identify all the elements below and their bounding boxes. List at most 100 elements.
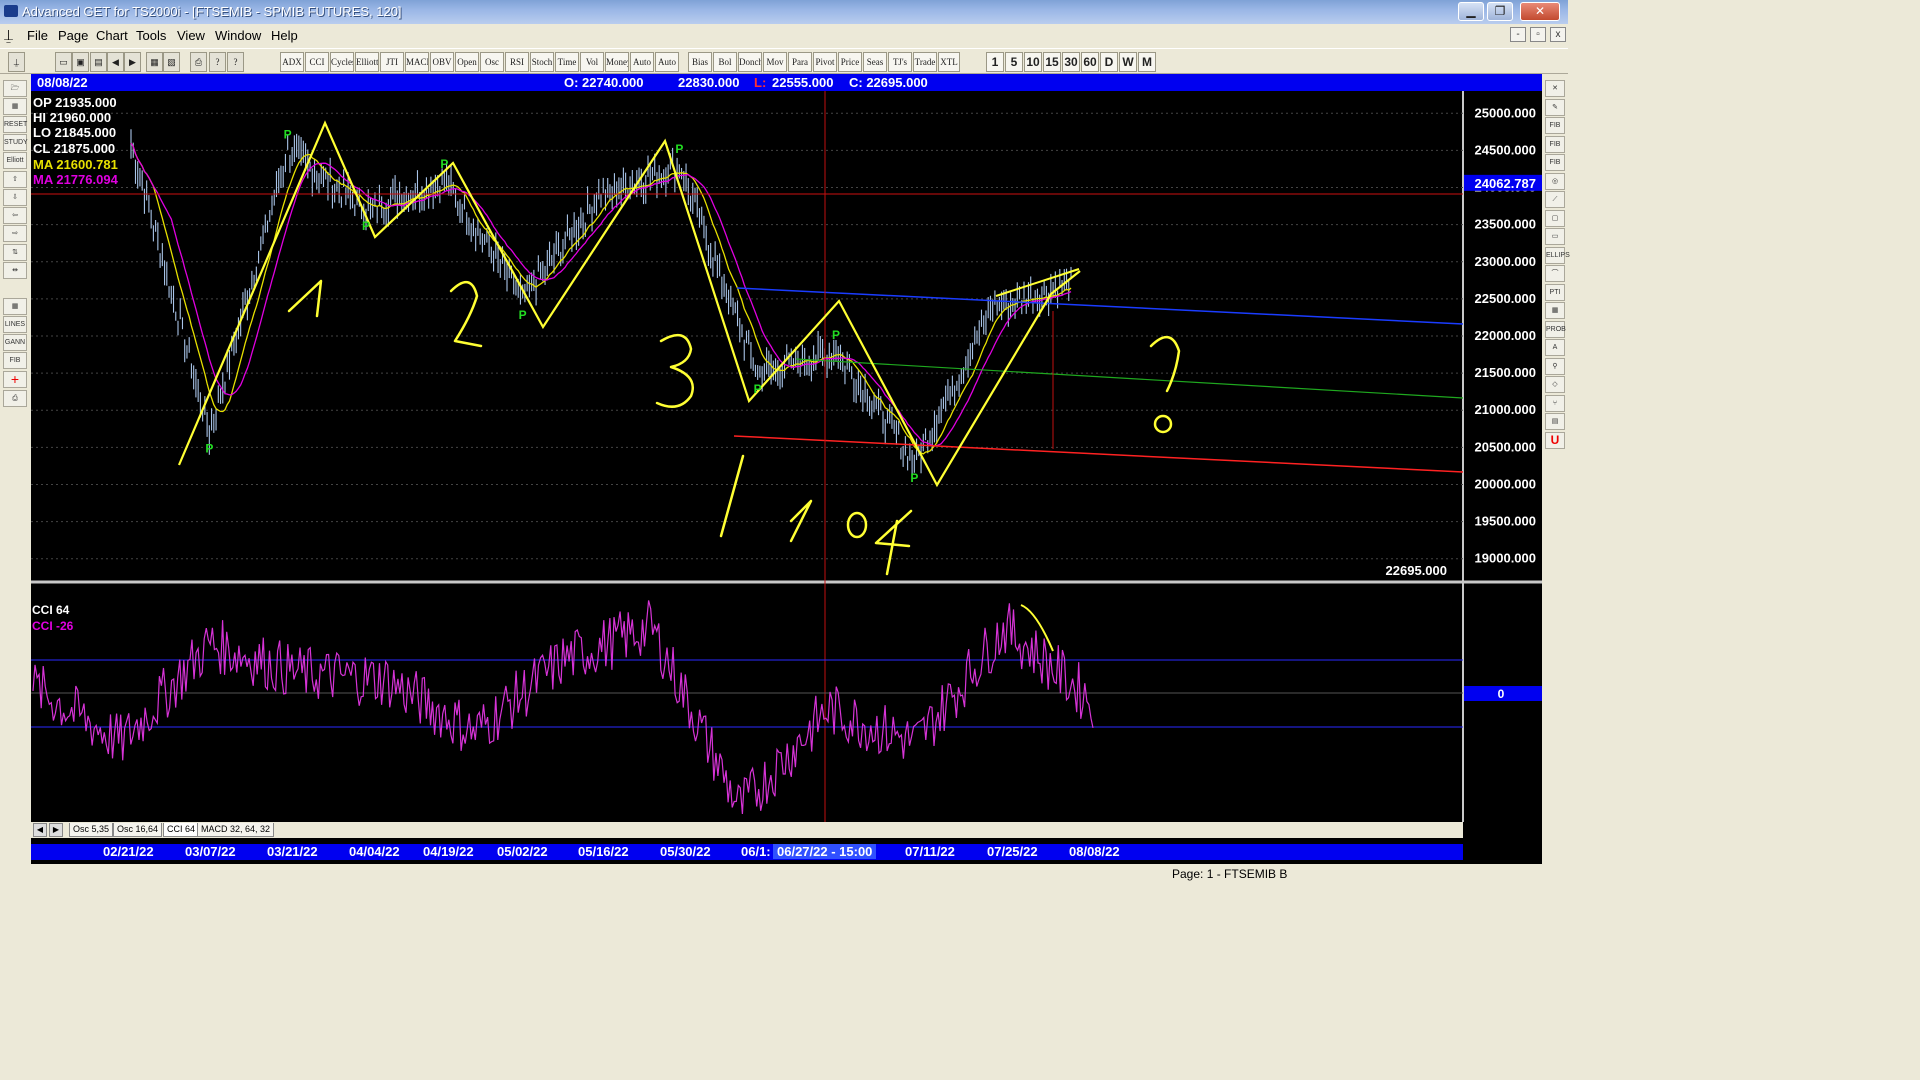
- left-tool-tile-icon[interactable]: ▦: [3, 98, 27, 115]
- period-button-60[interactable]: 60: [1081, 52, 1099, 72]
- menu-window[interactable]: Window: [215, 28, 261, 43]
- mdi-restore-button[interactable]: ▫: [1530, 27, 1546, 42]
- study-button-donch[interactable]: Donch: [738, 52, 762, 72]
- right-tool-calc-icon[interactable]: ▤: [1545, 413, 1565, 430]
- save-icon[interactable]: ▤: [90, 52, 107, 72]
- left-tool-zoom-icon[interactable]: ⇅: [3, 244, 27, 261]
- left-tool-elliott-icon[interactable]: Elliott: [3, 152, 27, 169]
- study-button-tj-s-web[interactable]: TJ's Web: [888, 52, 912, 72]
- left-tool-gann-icon[interactable]: GANN: [3, 334, 27, 351]
- right-tool-rect-icon[interactable]: ▢: [1545, 209, 1565, 227]
- study-button-osc[interactable]: Osc: [480, 52, 504, 72]
- period-button-15[interactable]: 15: [1043, 52, 1061, 72]
- study-button-jti[interactable]: JTI: [380, 52, 404, 72]
- right-tool-pen-icon[interactable]: ✎: [1545, 98, 1565, 116]
- right-tool-prob-icon[interactable]: PROB: [1545, 320, 1566, 338]
- period-button-10[interactable]: 10: [1024, 52, 1042, 72]
- period-button-5[interactable]: 5: [1005, 52, 1023, 72]
- study-button-auto-trend[interactable]: Auto Trend: [655, 52, 679, 72]
- left-tool-up-icon[interactable]: ⇧: [3, 171, 27, 188]
- right-tool-grid-icon[interactable]: ▦: [1545, 302, 1565, 319]
- left-tool-lines-icon[interactable]: LINES: [3, 316, 27, 333]
- study-button-trade-profile[interactable]: Trade Profile: [913, 52, 937, 72]
- left-tool-cross-icon[interactable]: +: [3, 371, 27, 388]
- new-icon[interactable]: ▭: [55, 52, 72, 72]
- right-tool-pitch-icon[interactable]: ⑂: [1545, 394, 1565, 412]
- study-button-money-flow[interactable]: Money Flow: [605, 52, 629, 72]
- period-button-m[interactable]: M: [1138, 52, 1156, 72]
- tile-icon[interactable]: ▧: [163, 52, 180, 72]
- left-tool-right-icon[interactable]: ⇨: [3, 225, 27, 242]
- right-tool-fib-time-icon[interactable]: FIB TIME: [1545, 154, 1565, 181]
- period-button-1[interactable]: 1: [986, 52, 1004, 72]
- right-tool-zoom-icon[interactable]: ⚲: [1545, 357, 1565, 375]
- right-tool-circle-icon[interactable]: ◎: [1545, 172, 1565, 190]
- menu-tools[interactable]: Tools: [136, 28, 166, 43]
- menu-help[interactable]: Help: [271, 28, 298, 43]
- menu-page[interactable]: Page: [58, 28, 88, 43]
- study-button-elliott-trig[interactable]: Elliott Trig: [355, 52, 379, 72]
- menu-view[interactable]: View: [177, 28, 205, 43]
- study-button-cci[interactable]: CCI: [305, 52, 329, 72]
- help-icon[interactable]: ?: [209, 52, 226, 72]
- restore-button[interactable]: ❐: [1487, 2, 1513, 21]
- mdi-close-button[interactable]: x: [1550, 27, 1566, 42]
- left-tool-open-icon[interactable]: 🗁: [3, 80, 27, 97]
- print-icon[interactable]: ⎙: [190, 52, 207, 72]
- minimize-button[interactable]: ▁: [1458, 2, 1484, 21]
- right-tool-fib-ext-icon[interactable]: FIB EXT: [1545, 135, 1565, 163]
- study-button-auto-gann[interactable]: Auto Gann: [630, 52, 654, 72]
- right-tool-erase-icon[interactable]: ◇: [1545, 376, 1565, 393]
- study-button-stoch[interactable]: Stoch: [530, 52, 554, 72]
- study-button-pivot[interactable]: Pivot: [813, 52, 837, 72]
- right-tool-u-icon[interactable]: U: [1545, 431, 1565, 449]
- study-button-xtl[interactable]: XTL: [938, 52, 960, 72]
- left-tool-grid-icon[interactable]: ▦: [3, 298, 27, 315]
- study-button-seas-onals[interactable]: Seas onals: [863, 52, 887, 72]
- chart-window[interactable]: 08/08/22 O: 22740.000 22830.000 L: 22555…: [31, 74, 1542, 864]
- study-button-bias[interactable]: Bias: [688, 52, 712, 72]
- whats-this-icon[interactable]: ?: [227, 52, 244, 72]
- study-button-adx-dmi[interactable]: ADX DMI: [280, 52, 304, 72]
- tab-cci-64[interactable]: CCI 64: [163, 823, 200, 837]
- forward-icon[interactable]: ▶: [124, 52, 141, 72]
- right-tool-a-icon[interactable]: A: [1545, 339, 1565, 356]
- study-button-rsi[interactable]: RSI: [505, 52, 529, 72]
- left-tool-fib-icon[interactable]: FIB: [3, 352, 27, 369]
- left-tool-down-icon[interactable]: ⇩: [3, 189, 27, 206]
- left-tool-reset-icon[interactable]: RESET: [3, 116, 27, 133]
- right-tool-pti-icon[interactable]: PTI: [1545, 283, 1565, 301]
- left-tool-study-icon[interactable]: STUDY: [3, 134, 28, 151]
- right-tool-ellips-icon[interactable]: ELLIPS: [1545, 246, 1570, 264]
- left-tool-print-icon[interactable]: ⎙: [3, 390, 27, 407]
- study-button-vol[interactable]: Vol: [580, 52, 604, 72]
- close-button[interactable]: ✕: [1520, 2, 1560, 21]
- menu-chart[interactable]: Chart: [96, 28, 128, 43]
- period-button-d[interactable]: D: [1100, 52, 1118, 72]
- menu-file[interactable]: File: [27, 28, 48, 43]
- mdi-minimize-button[interactable]: -: [1510, 27, 1526, 42]
- right-tool-fib-ret-icon[interactable]: FIB RET: [1545, 117, 1565, 144]
- right-tool-x-icon[interactable]: ✕: [1545, 80, 1565, 97]
- left-tool-left-icon[interactable]: ⇦: [3, 207, 27, 224]
- left-tool-pan-icon[interactable]: ⇹: [3, 262, 27, 279]
- study-button-time-clust[interactable]: Time Clust: [555, 52, 579, 72]
- tab-scroll-left-icon[interactable]: ◀: [33, 823, 47, 837]
- tab-osc-5-35[interactable]: Osc 5,35: [69, 823, 114, 837]
- grid-icon[interactable]: ▦: [146, 52, 163, 72]
- right-tool-arc-icon[interactable]: ⌒: [1545, 265, 1565, 282]
- study-button-price-clust[interactable]: Price Clust: [838, 52, 862, 72]
- study-button-cycles[interactable]: Cycles: [330, 52, 354, 72]
- study-button-mov-ave[interactable]: Mov Ave: [763, 52, 787, 72]
- price-chart[interactable]: PPPPPPPPP 25000.00024500.00024000.000235…: [31, 91, 1542, 822]
- study-button-bol-band[interactable]: Bol Band: [713, 52, 737, 72]
- right-tool-chan-icon[interactable]: ▭: [1545, 228, 1565, 245]
- open-icon[interactable]: ▣: [72, 52, 89, 72]
- period-button-w[interactable]: W: [1119, 52, 1137, 72]
- tab-scroll-right-icon[interactable]: ▶: [49, 823, 63, 837]
- study-button-macd[interactable]: MACD: [405, 52, 429, 72]
- study-button-para-bolic[interactable]: Para bolic: [788, 52, 812, 72]
- tab-osc-16-64[interactable]: Osc 16,64: [113, 823, 163, 837]
- back-icon[interactable]: ◀: [107, 52, 124, 72]
- tab-macd[interactable]: MACD 32, 64, 32: [197, 823, 275, 837]
